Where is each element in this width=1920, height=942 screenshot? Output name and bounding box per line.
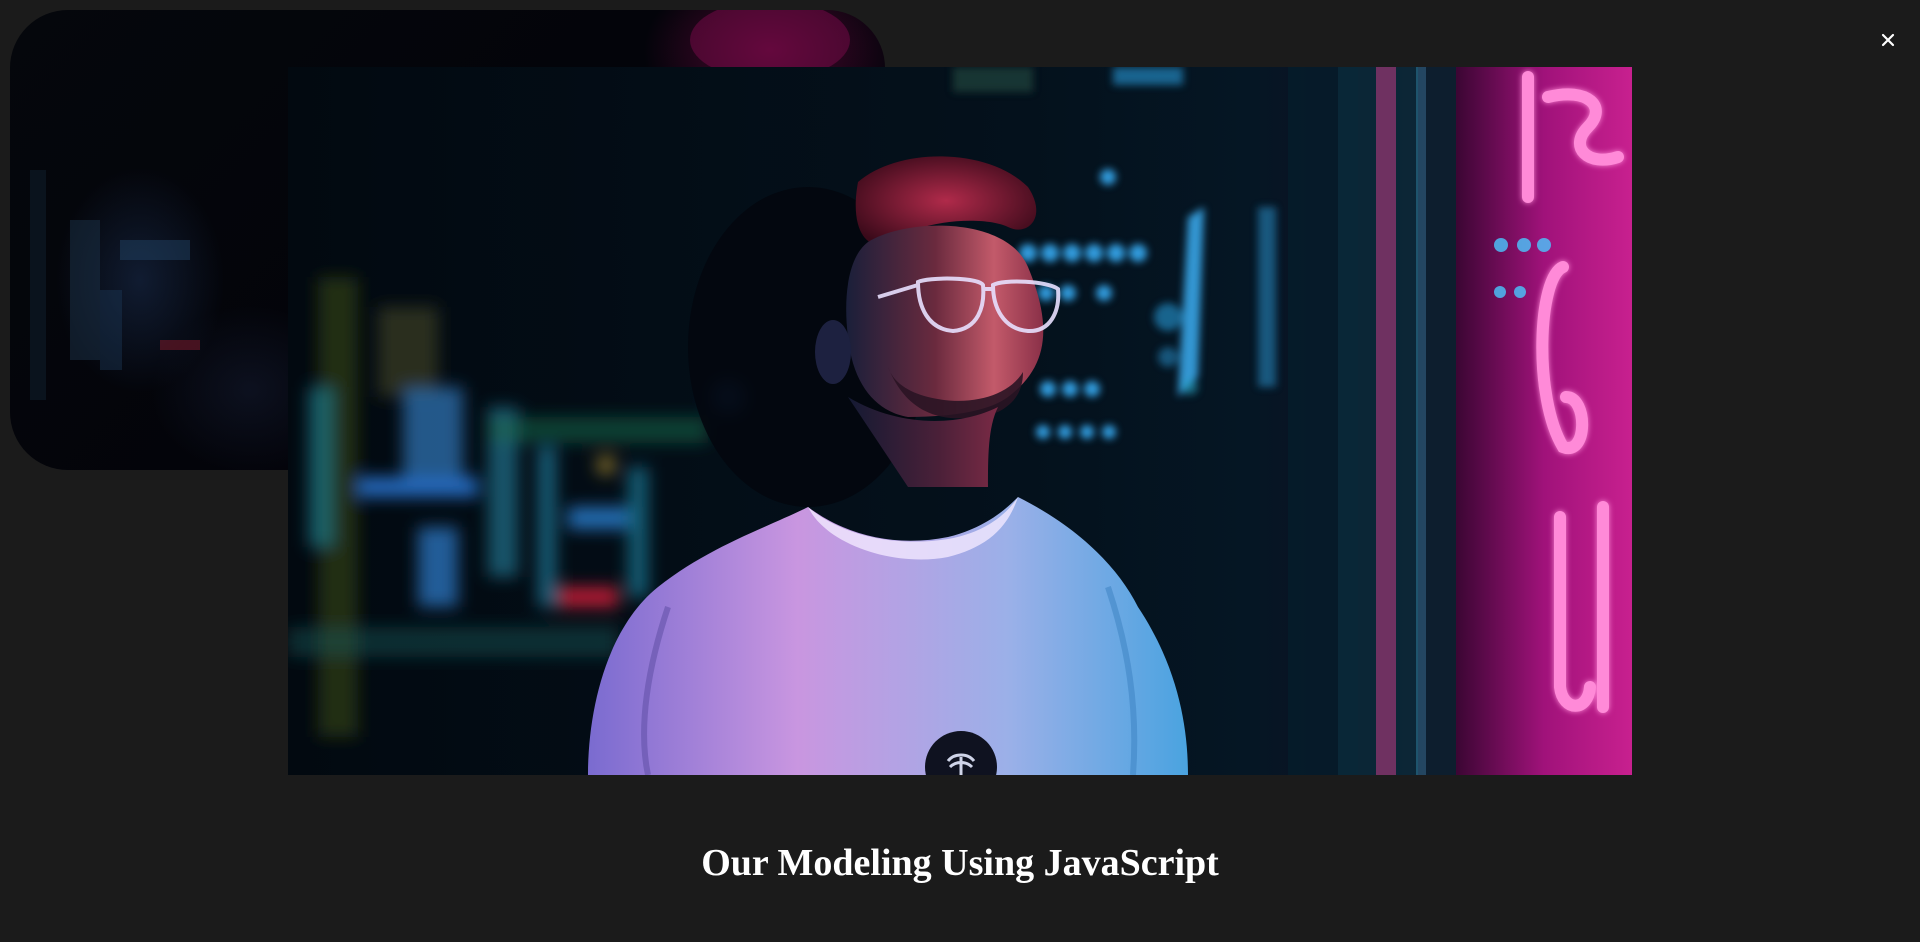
portrait-photo <box>288 67 1632 775</box>
close-icon <box>1881 33 1895 47</box>
lightbox-photo <box>288 67 1632 775</box>
lightbox-caption: Our Modeling Using JavaScript <box>701 842 1219 884</box>
close-button[interactable] <box>1876 28 1900 52</box>
lightbox-overlay[interactable]: Our Modeling Using JavaScript <box>0 0 1920 942</box>
